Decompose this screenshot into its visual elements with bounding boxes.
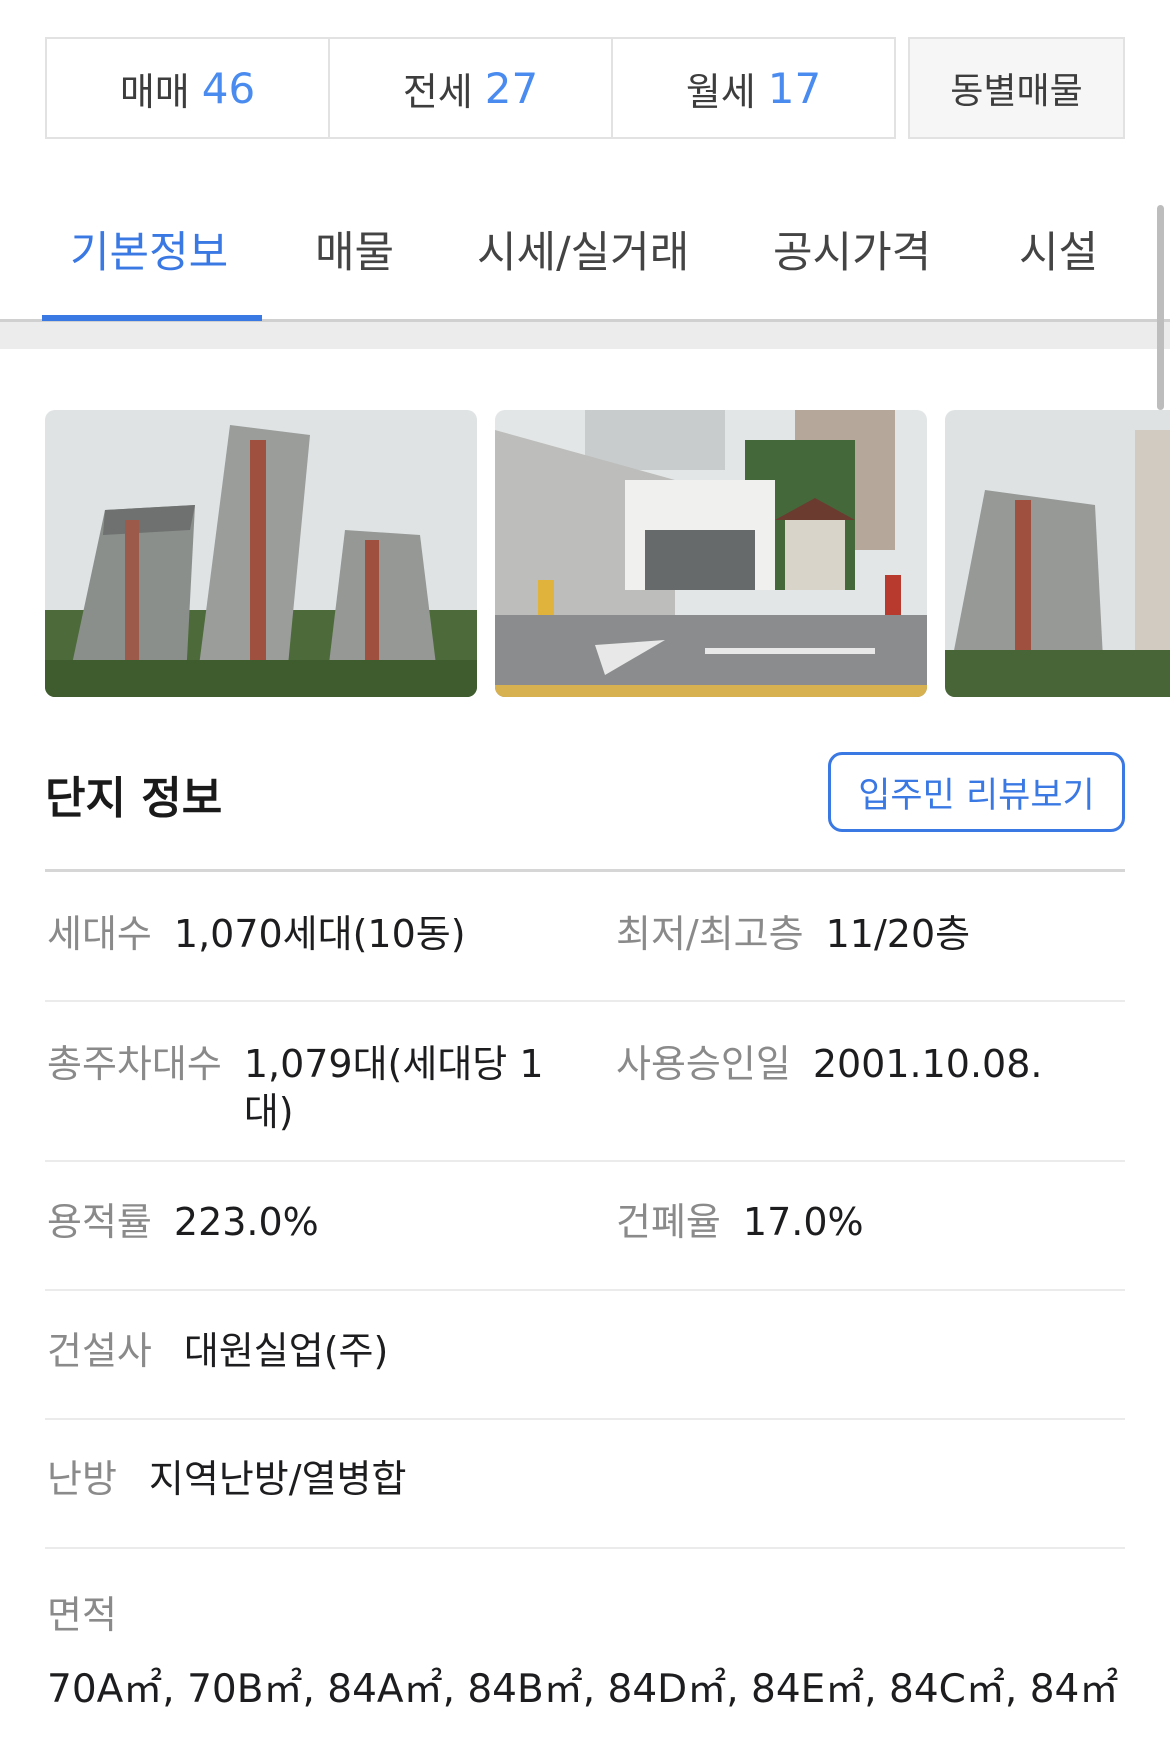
deal-monthly-button[interactable]: 월세 17 (613, 39, 894, 137)
info-label: 건설사 (47, 1329, 152, 1373)
deal-type-group: 매매 46 전세 27 월세 17 (45, 37, 896, 139)
scrollbar[interactable] (1157, 205, 1164, 410)
complex-photo-1[interactable] (45, 410, 477, 697)
tab-basic-info[interactable]: 기본정보 (70, 218, 228, 280)
deal-jeonse-label: 전세 (402, 69, 473, 114)
info-area-label: 면적 (47, 1593, 117, 1637)
section-rule (45, 869, 1125, 872)
row-divider (45, 1000, 1125, 1002)
info-building-coverage: 건폐율 17.0% (616, 1198, 864, 1246)
info-value: 1,070세대(10동) (173, 912, 466, 956)
info-value: 대원실업(주) (183, 1329, 389, 1373)
tab-facilities[interactable]: 시설 (1019, 218, 1098, 280)
deal-sale-count: 46 (201, 63, 256, 113)
active-tab-indicator (42, 315, 262, 321)
complex-photo-2[interactable] (495, 410, 927, 697)
info-label: 사용승인일 (616, 1042, 791, 1086)
tab-official-price[interactable]: 공시가격 (773, 218, 931, 280)
complex-photo-3[interactable] (945, 410, 1170, 697)
info-parking: 총주차대수 1,079대(세대당 1대) (47, 1040, 567, 1136)
main-tabs: 기본정보 매물 시세/실거래 공시가격 시설 (0, 180, 1170, 322)
deal-jeonse-count: 27 (484, 63, 539, 113)
deal-jeonse-button[interactable]: 전세 27 (330, 39, 613, 137)
section-title: 단지 정보 (45, 773, 223, 824)
info-floor-area-ratio: 용적률 223.0% (47, 1198, 319, 1246)
section-divider (0, 322, 1170, 349)
info-label: 난방 (47, 1457, 117, 1501)
deal-monthly-label: 월세 (685, 69, 756, 114)
photo-carousel[interactable] (45, 410, 1170, 697)
info-label: 세대수 (47, 912, 152, 956)
info-floors: 최저/최고층 11/20층 (616, 910, 970, 958)
row-divider (45, 1160, 1125, 1162)
tab-listings[interactable]: 매물 (315, 218, 394, 280)
info-value: 223.0% (173, 1200, 319, 1244)
dong-listing-button[interactable]: 동별매물 (908, 37, 1125, 139)
deal-sale-button[interactable]: 매매 46 (47, 39, 330, 137)
info-area-value: 70A㎡, 70B㎡, 84A㎡, 84B㎡, 84D㎡, 84E㎡, 84C㎡… (47, 1667, 1119, 1712)
info-label: 건폐율 (616, 1200, 721, 1244)
info-value: 11/20층 (825, 912, 971, 956)
tab-price-trades[interactable]: 시세/실거래 (477, 218, 689, 280)
info-value: 17.0% (742, 1200, 864, 1244)
row-divider (45, 1289, 1125, 1291)
info-heating: 난방 지역난방/열병합 (47, 1455, 406, 1503)
info-approval-date: 사용승인일 2001.10.08. (616, 1040, 1042, 1088)
row-divider (45, 1547, 1125, 1549)
deal-sale-label: 매매 (119, 69, 190, 114)
info-households: 세대수 1,070세대(10동) (47, 910, 466, 958)
row-divider (45, 1418, 1125, 1420)
deal-monthly-count: 17 (767, 63, 822, 113)
resident-review-button[interactable]: 입주민 리뷰보기 (828, 752, 1125, 832)
info-label: 최저/최고층 (616, 912, 804, 956)
deal-type-bar: 매매 46 전세 27 월세 17 동별매물 (45, 37, 1125, 139)
info-value: 지역난방/열병합 (148, 1457, 407, 1501)
info-value: 2001.10.08. (812, 1042, 1043, 1086)
info-label: 용적률 (47, 1200, 152, 1244)
info-builder: 건설사 대원실업(주) (47, 1327, 388, 1375)
info-label: 총주차대수 (47, 1042, 222, 1086)
info-value: 1,079대(세대당 1대) (243, 1042, 544, 1134)
